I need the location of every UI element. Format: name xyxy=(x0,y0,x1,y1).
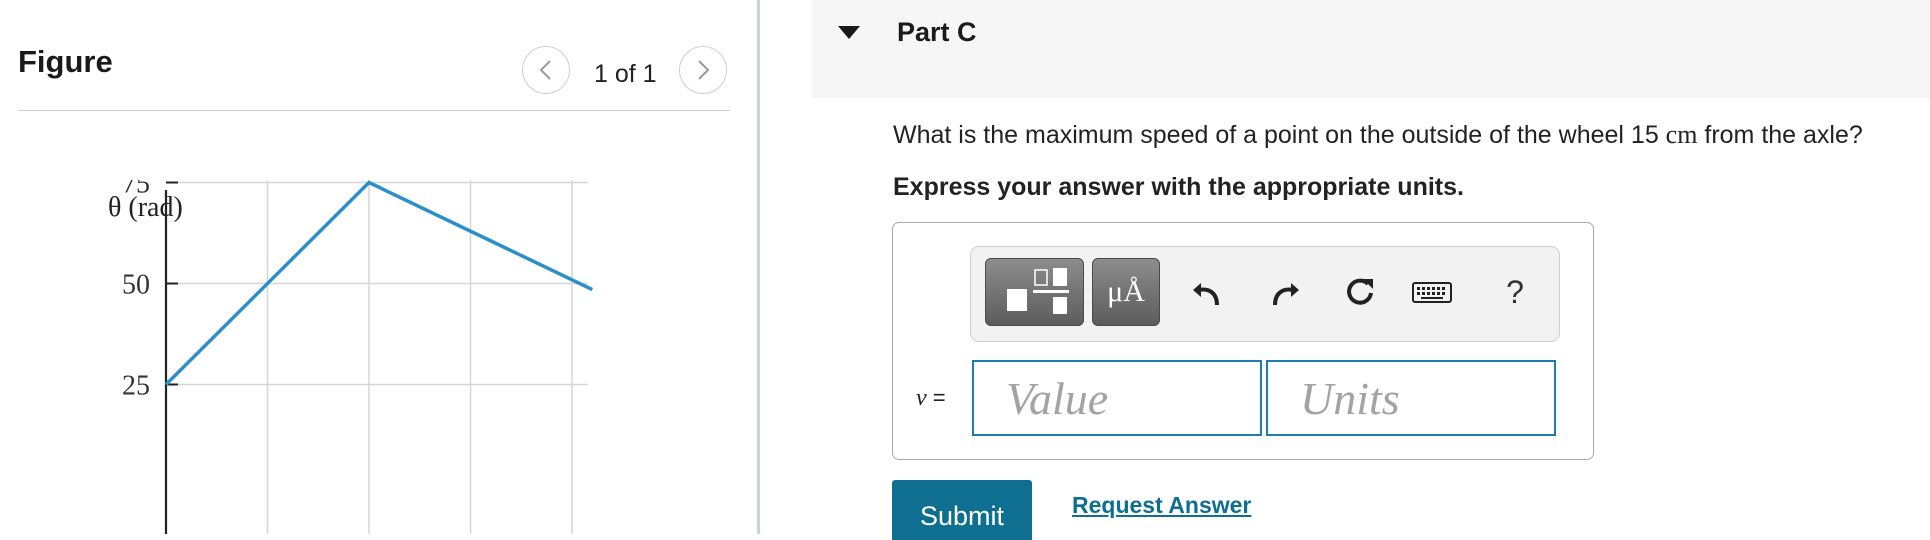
request-answer-link[interactable]: Request Answer xyxy=(1072,492,1251,519)
templates-button[interactable] xyxy=(985,258,1084,326)
figure-pager: 1 of 1 xyxy=(594,60,657,88)
y-tick-label: 25 xyxy=(122,371,150,402)
question-text: What is the maximum speed of a point on … xyxy=(893,120,1863,150)
answer-variable-label: v = xyxy=(916,385,946,412)
part-title: Part C xyxy=(897,17,977,47)
question-unit: cm xyxy=(1665,120,1698,149)
chevron-right-icon xyxy=(698,60,710,80)
theta-vs-time-chart: 255075 θ (rad) xyxy=(108,180,594,534)
figure-title: Figure xyxy=(18,44,113,79)
keyboard-icon[interactable] xyxy=(1400,272,1464,312)
units-button[interactable]: μÅ xyxy=(1092,258,1160,326)
redo-icon[interactable] xyxy=(1264,272,1304,312)
chevron-left-icon xyxy=(539,60,551,80)
previous-figure-button[interactable] xyxy=(522,46,570,94)
help-button[interactable]: ? xyxy=(1495,272,1535,312)
value-input[interactable] xyxy=(972,360,1262,436)
part-header xyxy=(812,0,1930,98)
panel-divider[interactable] xyxy=(757,0,760,534)
undo-icon[interactable] xyxy=(1188,272,1228,312)
submit-button[interactable]: Submit xyxy=(892,480,1032,540)
figure-divider xyxy=(18,110,730,111)
y-tick-label: 50 xyxy=(122,270,150,301)
chart-grid xyxy=(166,180,588,534)
answer-instruction: Express your answer with the appropriate… xyxy=(893,173,1464,201)
collapse-part-caret-icon[interactable] xyxy=(838,26,860,39)
answer-variable: v xyxy=(916,385,927,411)
equals-sign: = xyxy=(932,385,946,410)
fraction-template-icon xyxy=(1006,268,1069,314)
chart-y-axis-label: θ (rad) xyxy=(108,192,183,223)
units-input[interactable] xyxy=(1266,360,1556,436)
question-text-start: What is the maximum speed of a point on … xyxy=(893,121,1666,149)
next-figure-button[interactable] xyxy=(679,46,727,94)
question-text-end: from the axle? xyxy=(1697,121,1863,149)
reset-icon[interactable] xyxy=(1340,272,1380,312)
